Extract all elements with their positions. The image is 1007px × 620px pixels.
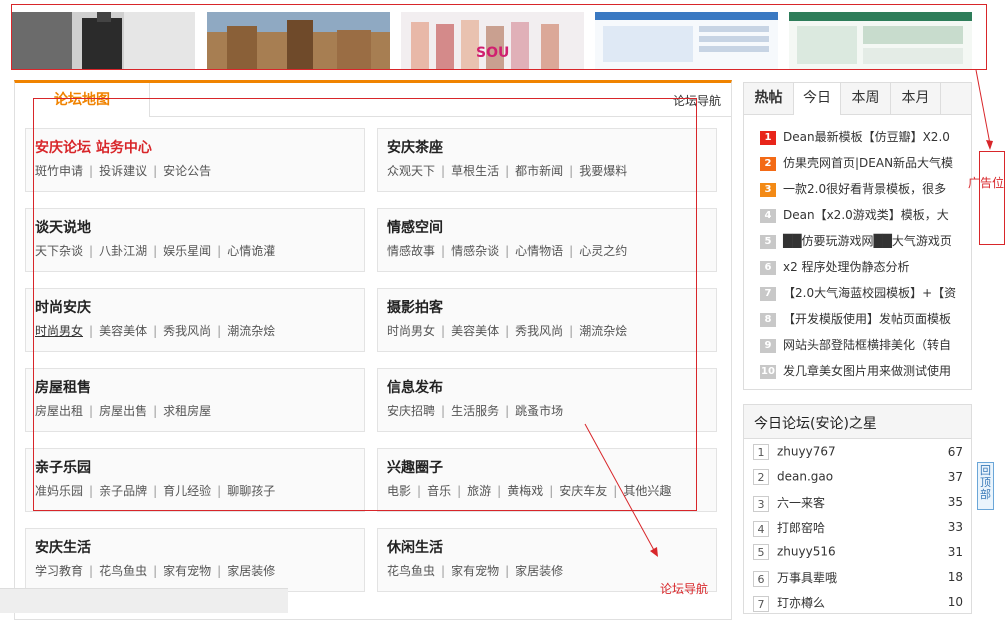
rank-badge: 3 xyxy=(760,182,776,197)
arrow-to-nav-label xyxy=(584,423,658,557)
star-score: 10 xyxy=(947,595,963,609)
forum-star-row: 7 玎亦樽么 10 xyxy=(753,594,963,614)
hot-post-title[interactable]: 【开发模版使用】发帖页面模板 xyxy=(783,312,951,326)
hot-post-item[interactable]: 2 仿果壳网首页|DEAN新品大气模 xyxy=(760,154,970,174)
star-rank: 4 xyxy=(753,520,769,537)
star-score: 67 xyxy=(947,445,963,459)
forum-star-row: 3 六一来客 35 xyxy=(753,494,963,514)
hot-post-item[interactable]: 7 【2.0大气海蓝校园模板】+【资 xyxy=(760,284,970,304)
hot-post-item[interactable]: 3 一款2.0很好看背景模板，很多 xyxy=(760,180,970,200)
hot-post-title[interactable]: x2 程序处理伪静态分析 xyxy=(783,260,910,274)
back-to-top-label: 回顶部 xyxy=(980,464,991,501)
tab-hot[interactable]: 热帖 xyxy=(744,83,794,114)
hot-post-item[interactable]: 5 ██仿要玩游戏网██大气游戏页 xyxy=(760,232,970,252)
star-username[interactable]: 六一来客 xyxy=(777,496,825,510)
forum-star-row: 4 打郎窑哈 33 xyxy=(753,519,963,539)
star-rank: 6 xyxy=(753,570,769,587)
forum-star-row: 2 dean.gao 37 xyxy=(753,469,963,489)
star-rank: 3 xyxy=(753,495,769,512)
hot-post-title[interactable]: 仿果壳网首页|DEAN新品大气模 xyxy=(783,156,953,170)
rank-badge: 5 xyxy=(760,234,776,249)
rank-badge: 8 xyxy=(760,312,776,327)
tab-month[interactable]: 本月 xyxy=(891,83,941,114)
star-username[interactable]: dean.gao xyxy=(777,470,833,484)
forum-nav-annotation-label: 论坛导航 xyxy=(660,582,709,596)
star-score: 35 xyxy=(947,495,963,509)
rank-badge: 10 xyxy=(760,364,776,379)
rank-badge: 4 xyxy=(760,208,776,223)
hot-post-item[interactable]: 9 网站头部登陆框横排美化（转自 xyxy=(760,336,970,356)
hot-posts-tabs: 热帖 今日 本周 本月 xyxy=(744,83,971,115)
star-username[interactable]: zhuyy516 xyxy=(777,545,836,559)
hot-post-item[interactable]: 8 【开发模版使用】发帖页面模板 xyxy=(760,310,970,330)
star-score: 18 xyxy=(947,570,963,584)
star-score: 37 xyxy=(947,470,963,484)
arrow-to-ad-label xyxy=(975,69,993,150)
forum-stars-title: 今日论坛(安论)之星 xyxy=(754,416,877,432)
star-rank: 5 xyxy=(753,544,769,560)
hot-post-title[interactable]: ██仿要玩游戏网██大气游戏页 xyxy=(783,234,952,248)
tab-week[interactable]: 本周 xyxy=(841,83,891,114)
hot-post-title[interactable]: 发几章美女图片用来做测试使用 xyxy=(783,364,951,378)
tab-today[interactable]: 今日 xyxy=(794,83,841,115)
hot-post-title[interactable]: Dean最新模板【仿豆瓣】X2.0 xyxy=(783,130,950,144)
hot-post-title[interactable]: 【2.0大气海蓝校园模板】+【资 xyxy=(783,286,956,300)
hot-post-item[interactable]: 10 发几章美女图片用来做测试使用 xyxy=(760,362,970,382)
hot-post-item[interactable]: 6 x2 程序处理伪静态分析 xyxy=(760,258,970,278)
rank-badge: 9 xyxy=(760,338,776,353)
hot-post-title[interactable]: 一款2.0很好看背景模板，很多 xyxy=(783,182,946,196)
star-username[interactable]: 打郎窑哈 xyxy=(777,521,825,535)
hot-post-title[interactable]: Dean【x2.0游戏类】模板，大 xyxy=(783,208,949,222)
rank-badge: 6 xyxy=(760,260,776,275)
forum-stars-header: 今日论坛(安论)之星 xyxy=(744,405,971,439)
star-rank: 2 xyxy=(753,469,769,485)
hot-posts-panel: 热帖 今日 本周 本月 1 Dean最新模板【仿豆瓣】X2.0 2 仿果壳网首页|DE… xyxy=(743,82,972,390)
forum-star-row: 5 zhuyy516 31 xyxy=(753,544,963,564)
rank-badge: 7 xyxy=(760,286,776,301)
hot-post-title[interactable]: 网站头部登陆框横排美化（转自 xyxy=(783,338,951,352)
ad-position-label: 广告位 xyxy=(968,176,1005,190)
hot-post-item[interactable]: 1 Dean最新模板【仿豆瓣】X2.0 xyxy=(760,128,970,148)
star-rank: 1 xyxy=(753,444,769,460)
star-score: 31 xyxy=(947,545,963,559)
rank-badge: 2 xyxy=(760,156,776,171)
star-username[interactable]: 万事具辈哦 xyxy=(777,571,837,585)
ad-label-box xyxy=(979,151,1005,245)
rank-badge: 1 xyxy=(760,130,776,145)
forum-stars-panel: 今日论坛(安论)之星 1 zhuyy767 67 2 dean.gao 37 3 六一来客 35… xyxy=(743,404,972,614)
star-rank: 7 xyxy=(753,595,769,612)
star-username[interactable]: 玎亦樽么 xyxy=(777,596,825,610)
star-username[interactable]: zhuyy767 xyxy=(777,445,836,459)
back-to-top-button[interactable]: 回顶部 xyxy=(977,462,994,510)
bottom-scrollbar[interactable] xyxy=(0,588,288,613)
star-score: 33 xyxy=(947,520,963,534)
forum-star-row: 6 万事具辈哦 18 xyxy=(753,569,963,589)
forum-star-row: 1 zhuyy767 67 xyxy=(753,444,963,464)
hot-post-item[interactable]: 4 Dean【x2.0游戏类】模板，大 xyxy=(760,206,970,226)
